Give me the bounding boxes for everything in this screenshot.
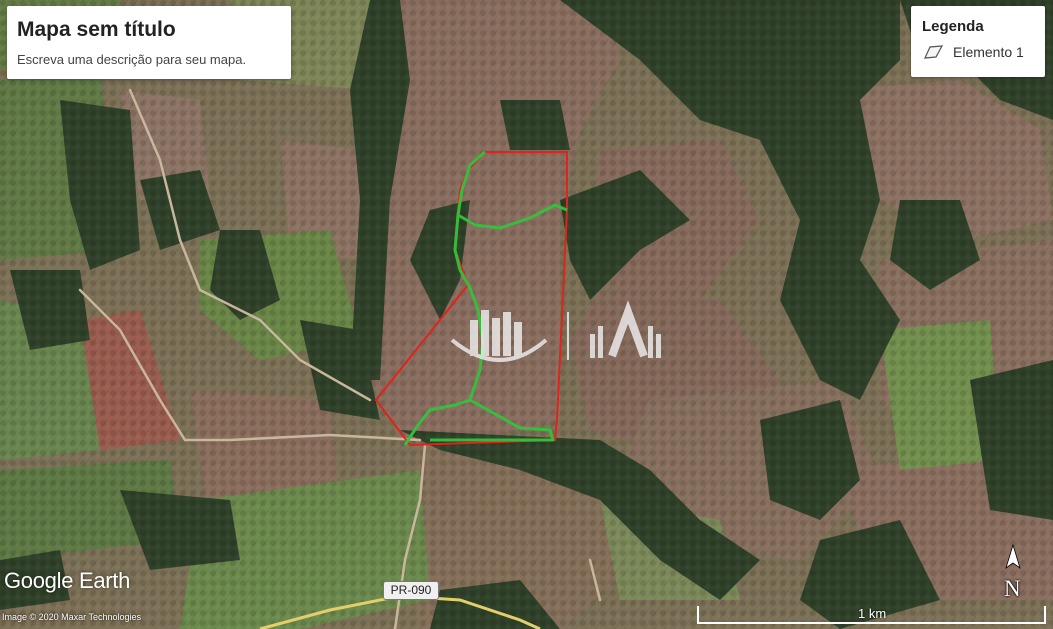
road-label: PR-090 xyxy=(383,581,439,600)
legend-item-label: Elemento 1 xyxy=(953,44,1024,60)
map-title[interactable]: Mapa sem título xyxy=(17,18,176,42)
polygon-icon xyxy=(924,45,944,59)
legend-panel: Legenda Elemento 1 xyxy=(911,6,1045,77)
imagery-attribution: Image © 2020 Maxar Technologies xyxy=(2,612,142,622)
scale-label: 1 km xyxy=(858,606,887,621)
legend-title: Legenda xyxy=(922,18,984,35)
google-earth-logo: Google Earth xyxy=(4,568,131,593)
satellite-map[interactable] xyxy=(0,0,1053,629)
map-description[interactable]: Escreva uma descrição para seu mapa. xyxy=(17,52,246,67)
north-label: N xyxy=(1004,576,1021,601)
forest-areas xyxy=(0,0,1053,629)
map-title-card: Mapa sem título Escreva uma descrição pa… xyxy=(7,6,291,79)
legend-item[interactable]: Elemento 1 xyxy=(922,44,1024,60)
